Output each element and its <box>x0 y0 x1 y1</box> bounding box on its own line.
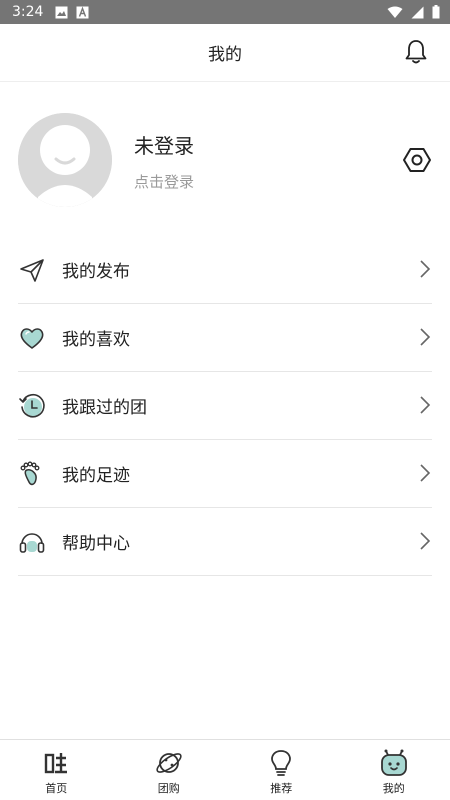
chevron-right-icon <box>420 532 431 550</box>
signal-icon <box>411 6 424 18</box>
nav-label: 推荐 <box>270 782 293 795</box>
username[interactable]: 未登录 <box>134 130 194 159</box>
menu-item-help-center[interactable]: 帮助中心 <box>18 508 432 576</box>
nav-label: 团购 <box>157 782 180 795</box>
status-time: 3:24 <box>12 4 44 20</box>
bottom-nav: 首页 团购 推荐 我的 <box>0 739 450 800</box>
robot-face-icon <box>380 749 407 776</box>
menu-item-label: 我的喜欢 <box>62 330 130 350</box>
image-icon <box>55 6 68 18</box>
chevron-right-icon <box>420 464 431 482</box>
paper-plane-icon <box>18 256 46 284</box>
status-bar: 3:24 <box>0 0 450 24</box>
footprint-icon <box>18 460 46 488</box>
nav-item-home[interactable]: 首页 <box>0 740 113 800</box>
bell-icon[interactable] <box>402 38 430 66</box>
menu-item-joined-groups[interactable]: 我跟过的团 <box>18 372 432 440</box>
profile-section[interactable]: 未登录 点击登录 <box>0 110 450 210</box>
settings-hexagon-icon[interactable] <box>402 145 432 175</box>
page-title: 我的 <box>208 45 242 65</box>
nav-item-recommend[interactable]: 推荐 <box>225 740 338 800</box>
history-clock-icon <box>18 392 46 420</box>
nav-label: 首页 <box>45 782 68 795</box>
default-avatar-icon <box>18 113 112 207</box>
chevron-right-icon <box>420 260 431 278</box>
login-hint[interactable]: 点击登录 <box>134 171 194 192</box>
chevron-right-icon <box>420 396 431 414</box>
planet-icon <box>156 753 182 773</box>
menu-item-label: 帮助中心 <box>62 534 130 554</box>
nav-item-mine[interactable]: 我的 <box>338 740 450 800</box>
menu-item-label: 我的发布 <box>62 262 130 282</box>
heart-icon <box>18 324 46 352</box>
lightbulb-icon <box>271 750 292 776</box>
menu-list: 我的发布 我的喜欢 我跟过的团 我的足迹 帮助中心 <box>18 236 432 576</box>
menu-item-label: 我的足迹 <box>62 466 130 486</box>
menu-item-my-likes[interactable]: 我的喜欢 <box>18 304 432 372</box>
wifi-icon <box>387 6 403 18</box>
chevron-right-icon <box>420 328 431 346</box>
a-icon <box>76 6 89 18</box>
battery-icon <box>432 5 440 19</box>
home-wa-icon <box>45 753 68 774</box>
nav-item-group-buy[interactable]: 团购 <box>113 740 226 800</box>
menu-item-footprints[interactable]: 我的足迹 <box>18 440 432 508</box>
menu-item-label: 我跟过的团 <box>62 398 147 418</box>
menu-item-my-posts[interactable]: 我的发布 <box>18 236 432 304</box>
avatar[interactable] <box>18 113 112 207</box>
page-header: 我的 <box>0 24 450 82</box>
headset-icon <box>18 528 46 556</box>
nav-label: 我的 <box>382 782 405 795</box>
